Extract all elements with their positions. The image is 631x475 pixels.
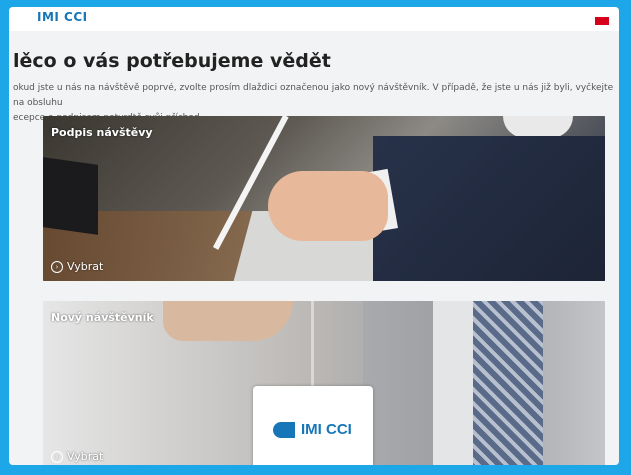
tile-new-visitor[interactable]: IMI CCI Nový návštěvník › Vybrat: [43, 301, 605, 465]
tile-title: Nový návštěvník: [51, 311, 154, 324]
logo: IMI CCI: [37, 10, 88, 24]
visitor-badge: IMI CCI: [253, 386, 373, 465]
sleeve-image: [373, 136, 605, 281]
instructions-line-1: okud jste u nás na návštěvě poprvé, zvol…: [13, 83, 614, 108]
chevron-circle-icon: ›: [51, 450, 63, 463]
badge-logo: IMI CCI: [273, 421, 352, 438]
hand-image: [268, 171, 388, 241]
main-content: lěco o vás potřebujeme vědět okud jste u…: [9, 31, 619, 465]
brand-mark-icon: [273, 421, 295, 438]
language-flag-icon[interactable]: [595, 13, 609, 25]
tile-title: Podpis návštěvy: [51, 126, 153, 139]
select-button[interactable]: › Vybrat: [51, 450, 103, 463]
lanyard-image: [311, 301, 314, 386]
app-frame: IMI CCI lěco o vás potřebujeme vědět oku…: [9, 7, 619, 465]
cup-image: [503, 116, 573, 138]
select-label: Vybrat: [67, 260, 104, 273]
top-bar: IMI CCI: [9, 7, 619, 32]
keyboard-image: [43, 157, 98, 235]
badge-text: IMI CCI: [301, 421, 352, 438]
select-label: Vybrat: [67, 450, 104, 463]
select-button[interactable]: › Vybrat: [51, 260, 103, 273]
tile-visit-signature[interactable]: Podpis návštěvy › Vybrat: [43, 116, 605, 281]
tie-image: [473, 301, 543, 465]
page-title: lěco o vás potřebujeme vědět: [13, 50, 331, 72]
chevron-circle-icon: ›: [51, 260, 63, 273]
hand-image: [163, 301, 293, 341]
